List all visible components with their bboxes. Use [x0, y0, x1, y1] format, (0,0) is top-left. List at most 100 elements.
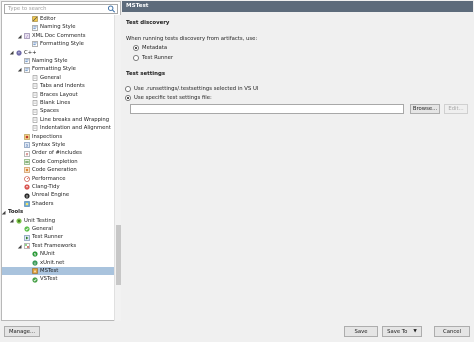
page-icon: [32, 83, 38, 90]
unittest-icon: [16, 218, 22, 224]
tree-item[interactable]: Code Completion: [2, 158, 114, 166]
browse-button[interactable]: Browse...: [410, 104, 440, 114]
perf-icon: [24, 175, 30, 182]
radio-test-runner-label[interactable]: Test Runner: [142, 55, 173, 61]
test-discovery-title: Test discovery: [126, 20, 170, 26]
tree-item[interactable]: Indentation and Alignment: [2, 124, 114, 132]
tree-item[interactable]: Spaces: [2, 107, 114, 115]
tree-item-label: XML Doc Comments: [32, 32, 86, 39]
svg-text:x: x: [34, 261, 36, 265]
radio-use-specific-file[interactable]: [125, 95, 131, 101]
tree-item-label: Unreal Engine: [32, 192, 70, 199]
generation-icon: [24, 167, 30, 174]
tree-item[interactable]: M MSTest: [2, 267, 114, 276]
page-icon: [32, 92, 38, 98]
chevron-down-icon[interactable]: ▼: [413, 329, 416, 334]
unreal-icon: U: [24, 192, 30, 199]
tree-item[interactable]: General: [2, 74, 114, 82]
vstest-icon: [32, 276, 38, 283]
inspect-icon: [24, 134, 30, 140]
save-button[interactable]: Save: [344, 326, 378, 337]
tree-item-label: Performance: [32, 175, 66, 182]
tree-item[interactable]: Line breaks and Wrapping: [2, 116, 114, 124]
tree-expander-icon[interactable]: [17, 67, 22, 72]
edit-button[interactable]: Edit...: [444, 104, 468, 114]
tree-item[interactable]: Shaders: [2, 200, 114, 208]
page-icon: [32, 75, 38, 81]
mstest-icon: M: [32, 268, 38, 274]
radio-metadata-label[interactable]: Metadata: [142, 45, 167, 51]
radio-use-vs-settings-label[interactable]: Use .runsettings/.testsettings selected …: [134, 86, 258, 92]
radio-test-runner[interactable]: [133, 55, 139, 61]
tree-item[interactable]: VSTest: [2, 275, 114, 283]
tree-item-label: Indentation and Alignment: [40, 125, 111, 132]
tree-item[interactable]: Braces Layout: [2, 91, 114, 99]
settings-file-input[interactable]: [130, 104, 404, 114]
tree-item[interactable]: + C++: [2, 49, 114, 57]
tree-scrollbar[interactable]: [114, 15, 121, 321]
tree-item[interactable]: Editor: [2, 15, 114, 23]
tree-item-label: C++: [24, 49, 37, 56]
search-icon[interactable]: [107, 5, 116, 13]
tree-item[interactable]: General: [2, 225, 114, 233]
tree-expander-icon[interactable]: [2, 210, 6, 215]
tree-item[interactable]: Formatting Style: [2, 40, 114, 48]
tree-item[interactable]: N NUnit: [2, 250, 114, 258]
tree-item-label: NUnit: [40, 251, 55, 258]
tree-expander-icon[interactable]: [17, 34, 22, 39]
tree-item-label: Braces Layout: [40, 91, 78, 98]
frameworks-icon: [24, 243, 30, 249]
svg-text:#: #: [25, 152, 28, 156]
tree-item[interactable]: Blank Lines: [2, 99, 114, 107]
tree-item[interactable]: Naming Style: [2, 57, 114, 65]
page-icon: [32, 117, 38, 123]
tree-item[interactable]: Clang-Tidy: [2, 183, 114, 191]
tree-item[interactable]: Inspections: [2, 133, 114, 141]
runner-icon: [24, 234, 30, 241]
style-icon: [32, 24, 38, 31]
tree-expander-icon[interactable]: [17, 244, 22, 249]
tree-item[interactable]: Tabs and Indents: [2, 82, 114, 90]
tree-item[interactable]: Formatting Style: [2, 65, 114, 73]
tree-item[interactable]: # Order of #includes: [2, 149, 114, 157]
search-input[interactable]: [4, 4, 118, 14]
tree-item[interactable]: Unit Testing: [2, 217, 114, 225]
tree-item[interactable]: Test Frameworks: [2, 242, 114, 250]
tree-item-label: VSTest: [40, 276, 58, 283]
tree-item-label: Naming Style: [32, 58, 68, 64]
page-icon: [32, 100, 38, 106]
radio-metadata[interactable]: [133, 45, 139, 51]
tree-item[interactable]: U Unreal Engine: [2, 191, 114, 199]
tree-expander-icon[interactable]: [9, 218, 14, 223]
cancel-button[interactable]: Cancel: [434, 326, 470, 337]
tree-item[interactable]: Test Runner: [2, 233, 114, 241]
cpp-icon: +: [16, 50, 22, 56]
tree-item[interactable]: Naming Style: [2, 23, 114, 31]
tree-item-label: Spaces: [40, 108, 59, 115]
editor-icon: [32, 16, 38, 22]
style-icon: [24, 58, 30, 64]
settings-tree: Editor Naming Style / XML Doc Comments Forma…: [2, 15, 114, 321]
tree-item[interactable]: x xUnit.net: [2, 259, 114, 267]
tree-item[interactable]: / XML Doc Comments: [2, 32, 114, 40]
tree-item[interactable]: Code Generation: [2, 166, 114, 174]
tree-item[interactable]: Tools: [2, 208, 114, 216]
tree-item[interactable]: Performance: [2, 175, 114, 183]
xml-icon: /: [24, 33, 30, 39]
tree-item-label: Inspections: [32, 133, 63, 140]
tree-item[interactable]: S Syntax Style: [2, 141, 114, 149]
page-title: MSTest: [122, 1, 473, 12]
syntax-icon: S: [24, 142, 30, 148]
tree-expander-icon[interactable]: [9, 50, 14, 55]
save-to-button[interactable]: Save To ▼: [382, 326, 422, 337]
dialog-footer: Manage... Save Save To ▼ Cancel: [0, 322, 474, 342]
page-icon: [32, 108, 38, 115]
tree-item-label: Unit Testing: [24, 217, 56, 224]
manage-button[interactable]: Manage...: [4, 326, 40, 337]
tree-item-label: Test Runner: [32, 234, 64, 241]
tree-item-label: Code Completion: [32, 158, 78, 165]
radio-use-specific-file-label[interactable]: Use specific test settings file:: [134, 95, 212, 101]
tree-scrollbar-thumb[interactable]: [116, 225, 121, 285]
tree-item-label: Clang-Tidy: [32, 184, 60, 190]
radio-use-vs-settings[interactable]: [125, 86, 131, 92]
